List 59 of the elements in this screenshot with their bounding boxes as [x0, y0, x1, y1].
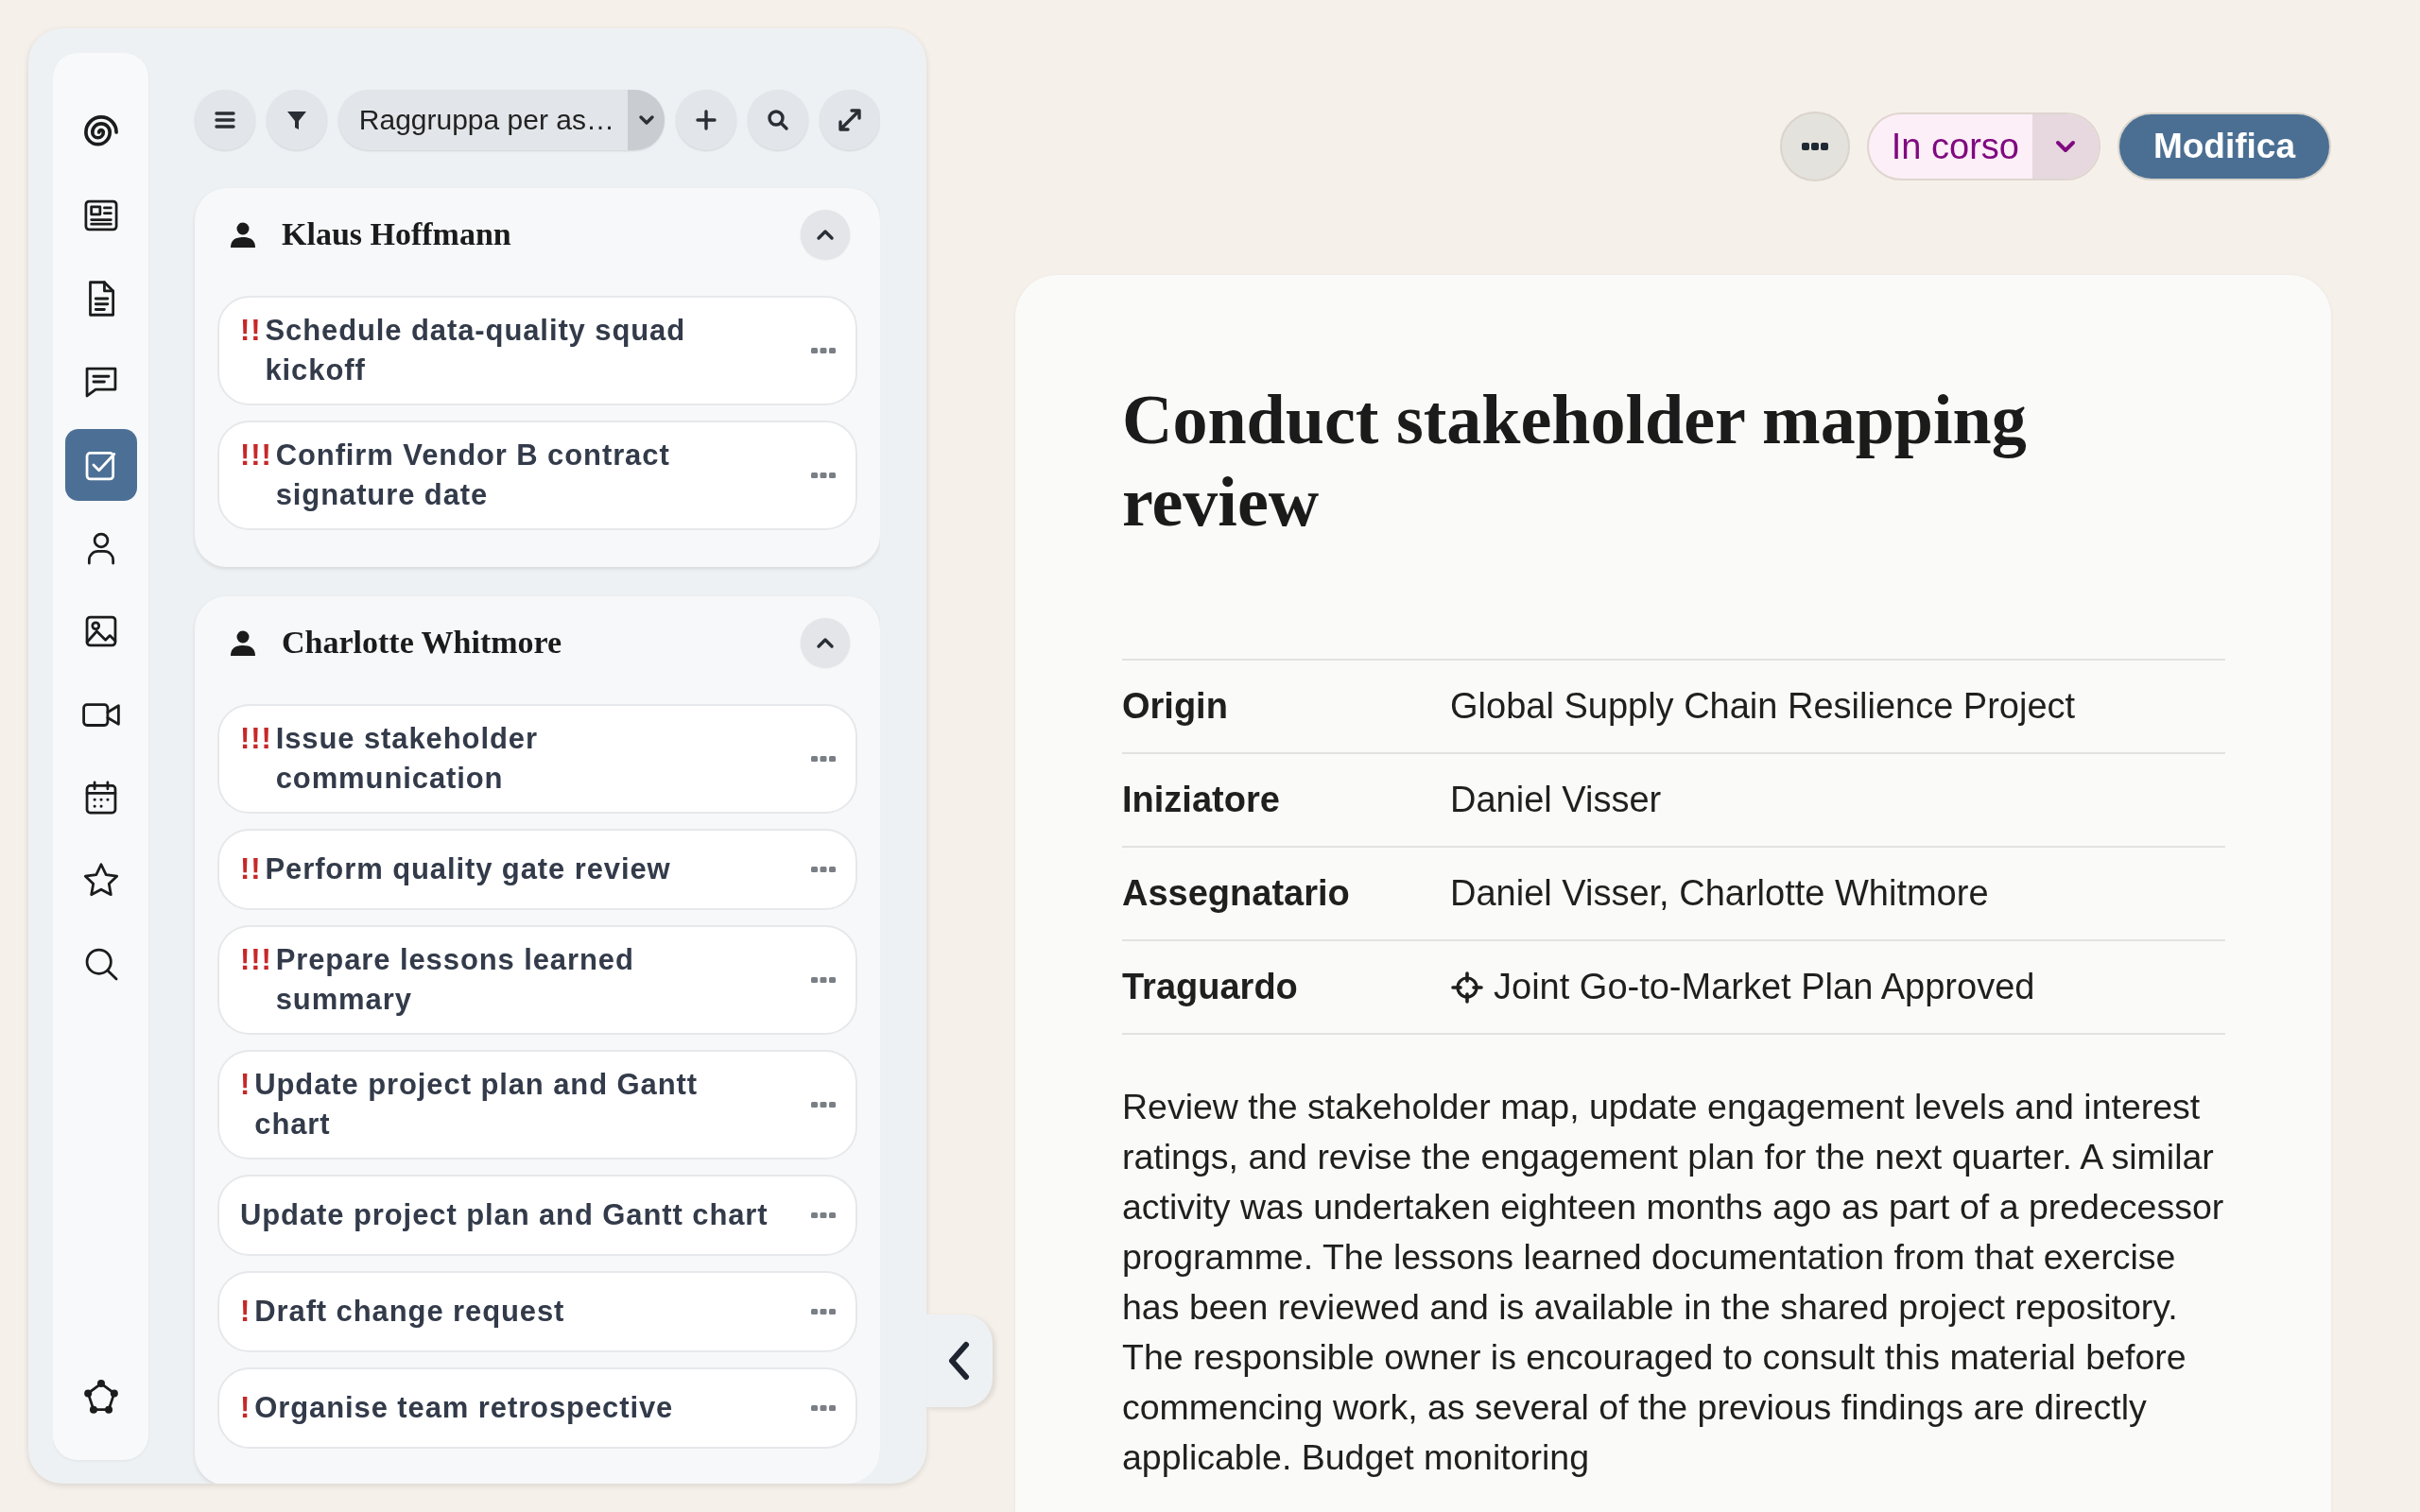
- menu-button[interactable]: [195, 90, 255, 150]
- expand-button[interactable]: [820, 90, 880, 150]
- task-title: Organise team retrospective: [254, 1390, 674, 1426]
- group-by-dropdown[interactable]: Raggruppa per as…: [337, 90, 666, 150]
- more-icon[interactable]: [810, 975, 837, 985]
- task-card[interactable]: !!Schedule data-quality squad kickoff: [217, 296, 857, 405]
- task-card[interactable]: !!!Confirm Vendor B contract signature date: [217, 421, 857, 530]
- task-title: Conduct stakeholder mapping review: [1122, 380, 2028, 542]
- priority-mark: !!: [240, 313, 262, 349]
- priority-mark: !!!: [240, 721, 272, 757]
- edit-button[interactable]: Modifica: [2117, 112, 2331, 180]
- more-icon[interactable]: [810, 1211, 837, 1220]
- priority-mark: !!!: [240, 438, 272, 473]
- task-title: Schedule data-quality squad kickoff: [265, 313, 687, 388]
- description: Review the stakeholder map, update engagement levels and interest ratings, and revise the engagement plan for the next quarter. A similar activity was undertaken eighteen months ago as part of a predecessor programme. The lessons learned documentation from that exercise has been reviewed and is available in the shared project repository. The responsible owner is encouraged to consult this material before commencing work, as several of the previous findings are directly applicable. Budget monitoring: [1122, 1086, 2225, 1479]
- person-icon: [229, 220, 257, 249]
- task-card[interactable]: !!!Prepare lessons learned summary: [217, 925, 857, 1035]
- task-title: Perform quality gate review: [265, 851, 671, 887]
- field-label: Origin: [1122, 686, 1229, 727]
- priority-mark: !!: [240, 851, 262, 887]
- more-icon[interactable]: [810, 346, 837, 355]
- task-card[interactable]: !!!Issue stakeholder communication: [217, 704, 857, 814]
- more-icon[interactable]: [810, 471, 837, 480]
- more-icon[interactable]: [810, 754, 837, 764]
- task-card[interactable]: !!Perform quality gate review: [217, 829, 857, 910]
- field-label: Traguardo: [1122, 967, 1299, 1007]
- task-title: Update project plan and Gantt chart: [240, 1197, 769, 1233]
- task-card[interactable]: !Draft change request: [217, 1271, 857, 1352]
- more-icon[interactable]: [810, 1100, 837, 1109]
- task-title: Draft change request: [254, 1294, 565, 1330]
- field-value: Global Supply Chain Resilience Project: [1450, 686, 2076, 727]
- priority-mark: !: [240, 1067, 251, 1103]
- group-name: Charlotte Whitmore: [282, 625, 563, 661]
- task-title: Update project plan and Gantt chart: [254, 1067, 699, 1143]
- priority-mark: !: [240, 1294, 251, 1330]
- collapse-button[interactable]: [801, 210, 850, 259]
- more-icon[interactable]: [810, 1403, 837, 1413]
- more-icon[interactable]: [810, 865, 837, 874]
- field-value: Daniel Visser: [1450, 780, 1662, 820]
- task-card[interactable]: !Update project plan and Gantt chart: [217, 1050, 857, 1160]
- task-title: Prepare lessons learned summary: [275, 942, 635, 1018]
- person-icon: [229, 628, 257, 657]
- task-card[interactable]: !Organise team retrospective: [217, 1367, 857, 1449]
- field-label: Assegnatario: [1122, 873, 1351, 914]
- task-title: Issue stakeholder communication: [275, 721, 539, 797]
- collapse-button[interactable]: [801, 618, 850, 667]
- field-value: Joint Go-to-Market Plan Approved: [1494, 967, 2035, 1007]
- more-icon: [1800, 141, 1829, 152]
- target-icon: [1450, 970, 1484, 1005]
- field-value: Daniel Visser, Charlotte Whitmore: [1450, 873, 1989, 914]
- priority-mark: !!!: [240, 942, 272, 978]
- more-icon[interactable]: [810, 1307, 837, 1316]
- group-name: Klaus Hoffmann: [282, 216, 512, 252]
- status-dropdown[interactable]: In corso: [1866, 112, 2100, 180]
- collapse-panel-button[interactable]: [926, 1314, 993, 1407]
- task-title: Confirm Vendor B contract signature date: [275, 438, 671, 513]
- field-label: Iniziatore: [1122, 780, 1281, 820]
- priority-mark: !: [240, 1390, 251, 1426]
- task-card[interactable]: Update project plan and Gantt chart: [217, 1175, 857, 1256]
